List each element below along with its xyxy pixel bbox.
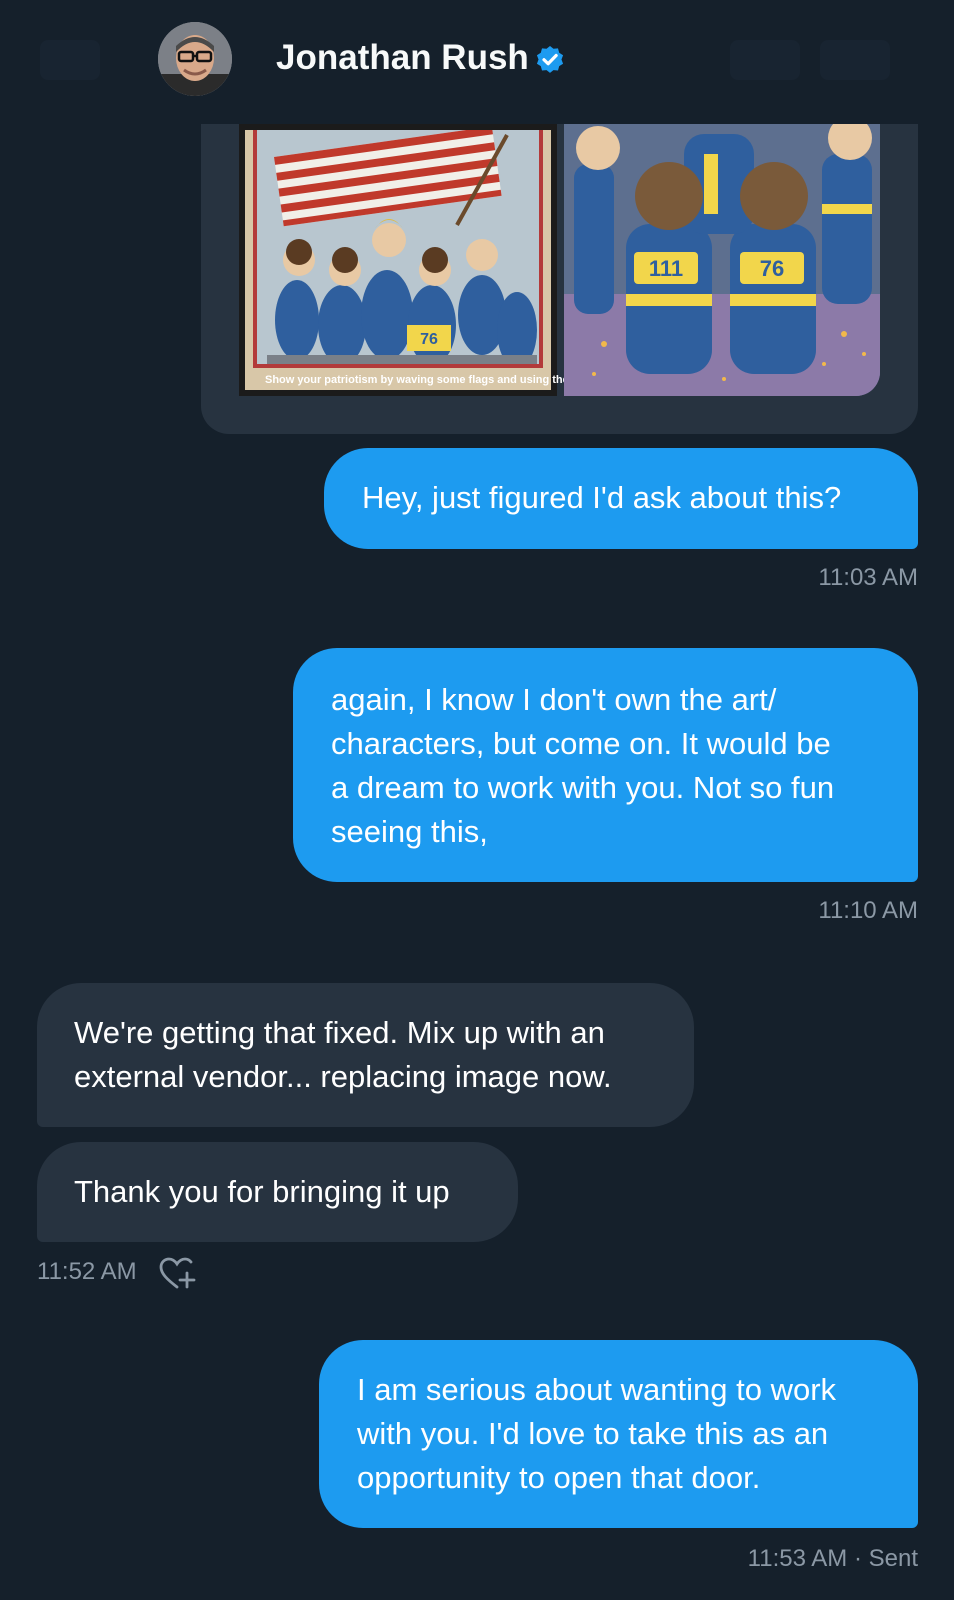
jumpsuit-number-76: 76	[420, 331, 438, 348]
message-timestamp: 11:52 AM	[37, 1258, 137, 1285]
avatar[interactable]	[158, 22, 232, 96]
profile-photo-icon	[158, 22, 232, 96]
conversation-header: Jonathan Rush	[0, 0, 954, 124]
message-bubble-received[interactable]: We're getting that fixed. Mix up with an…	[37, 983, 694, 1127]
header-action-ghost[interactable]	[730, 40, 800, 80]
dm-conversation-screen: Jonathan Rush 76 Show your patriotism by…	[0, 0, 954, 1600]
add-reaction-heart-icon[interactable]	[158, 1256, 196, 1290]
flag-parade-illustration-icon: 76	[257, 130, 539, 364]
message-text: Thank you for bringing it up	[74, 1174, 450, 1209]
message-timestamp: 11:03 AM	[818, 564, 918, 591]
vault-crowd-illustration-icon: 111 76	[564, 124, 880, 396]
jumpsuit-number-76-right: 76	[760, 256, 784, 281]
contact-name[interactable]: Jonathan Rush	[276, 38, 529, 78]
attachment-image-right[interactable]: 111 76	[564, 124, 880, 396]
image-attachment-card[interactable]: 76 Show your patriotism by waving some f…	[201, 124, 918, 434]
message-bubble-sent[interactable]: I am serious about wanting to work with …	[319, 1340, 918, 1528]
info-button-ghost[interactable]	[820, 40, 890, 80]
message-text: again, I know I don't own the art/ chara…	[331, 682, 835, 849]
message-bubble-received[interactable]: Thank you for bringing it up	[37, 1142, 518, 1242]
message-text: I am serious about wanting to work with …	[357, 1372, 837, 1495]
message-bubble-sent[interactable]: again, I know I don't own the art/ chara…	[293, 648, 918, 882]
message-text: Hey, just figured I'd ask about this?	[362, 480, 842, 515]
message-text: We're getting that fixed. Mix up with an…	[74, 1015, 612, 1094]
message-bubble-sent[interactable]: Hey, just figured I'd ask about this?	[324, 448, 918, 549]
verified-badge-icon	[536, 46, 564, 73]
message-timestamp: 11:10 AM	[818, 897, 918, 924]
back-button-ghost[interactable]	[40, 40, 100, 80]
message-timestamp-sent-status: 11:53 AM · Sent	[747, 1545, 918, 1572]
jumpsuit-number-111: 111	[649, 256, 683, 281]
attachment-image-left[interactable]: 76 Show your patriotism by waving some f…	[239, 124, 634, 396]
